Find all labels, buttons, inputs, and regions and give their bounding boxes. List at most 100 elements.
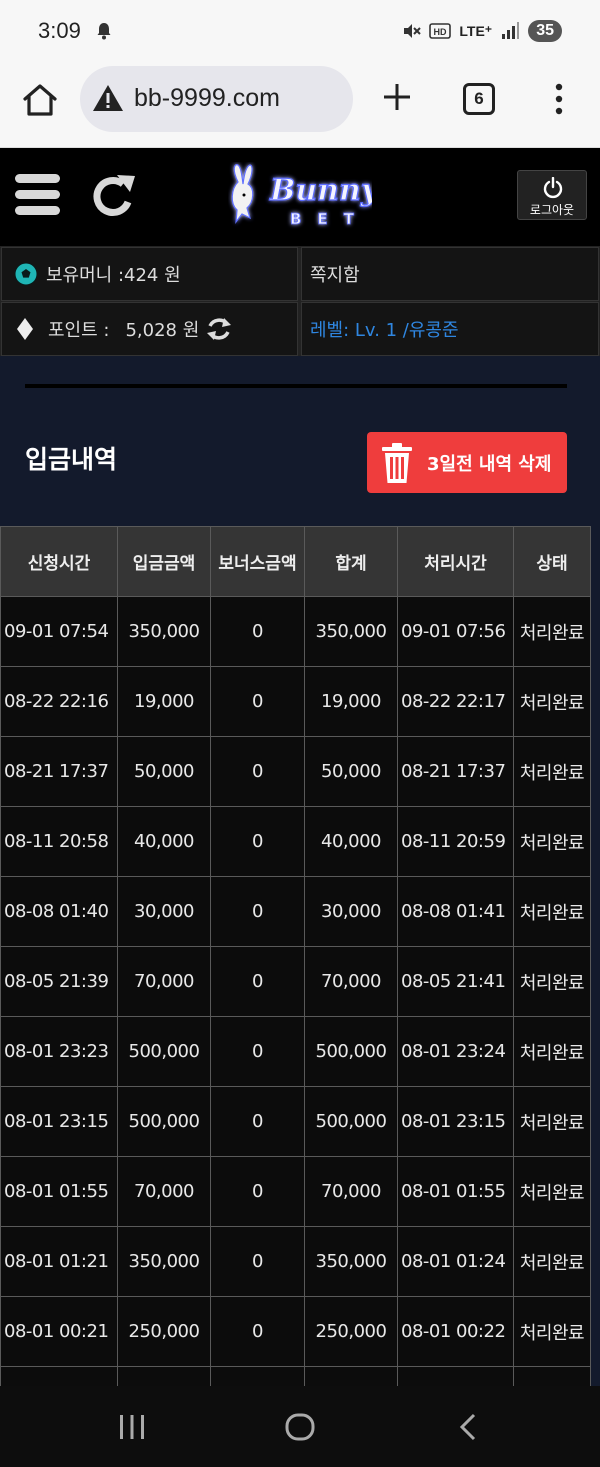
level-text: 레벨: Lv. 1 /유콩준 — [310, 320, 459, 341]
status — [513, 1366, 591, 1386]
warning-icon[interactable] — [92, 84, 124, 112]
convert-points-icon[interactable] — [205, 315, 233, 343]
user-info-panel: 보유머니 :424 원 쪽지함 포인트 : 5,028 원 레벨: Lv. 1 … — [0, 246, 600, 356]
home-icon[interactable] — [22, 82, 58, 118]
status: 처리완료 — [513, 806, 591, 877]
total-amount — [304, 1366, 398, 1386]
request-time: 08-11 20:58 — [0, 806, 118, 877]
column-header: 처리시간 — [397, 526, 514, 597]
status-time: 3:09 — [38, 18, 81, 43]
table-row: 08-01 01:55 70,000 0 70,000 08-01 01:55 … — [0, 1156, 591, 1227]
message-box-label: 쪽지함 — [310, 265, 360, 286]
processed-time — [397, 1366, 514, 1386]
bonus-amount: 0 — [210, 736, 305, 807]
request-time: 08-05 21:39 — [0, 946, 118, 1017]
more-options-icon[interactable] — [552, 82, 566, 116]
network-type: LTE⁺ — [459, 22, 493, 39]
status: 처리완료 — [513, 1016, 591, 1087]
request-time: 08-01 00:21 — [0, 1296, 118, 1367]
table-row: 08-21 17:37 50,000 0 50,000 08-21 17:37 … — [0, 736, 591, 807]
processed-time: 08-05 21:41 — [397, 946, 514, 1017]
column-header: 상태 — [513, 526, 591, 597]
level-cell[interactable]: 레벨: Lv. 1 /유콩준 — [301, 302, 599, 356]
hd-voice-icon: HD — [429, 23, 452, 39]
column-header: 신청시간 — [0, 526, 118, 597]
bonus-amount: 0 — [210, 1016, 305, 1087]
bonus-amount: 0 — [210, 1296, 305, 1367]
status: 처리완료 — [513, 666, 591, 737]
logo-text-bet: BET — [290, 210, 370, 228]
request-time — [0, 1366, 118, 1386]
total-amount: 500,000 — [304, 1086, 398, 1157]
request-time: 08-01 23:23 — [0, 1016, 118, 1087]
browser-toolbar: bb-9999.com 6 — [0, 64, 600, 148]
processed-time: 08-01 01:55 — [397, 1156, 514, 1227]
deposit-amount: 250,000 — [117, 1296, 211, 1367]
bonus-amount: 0 — [210, 806, 305, 877]
home-nav-icon[interactable] — [285, 1413, 315, 1441]
total-amount: 350,000 — [304, 596, 398, 667]
request-time: 08-22 22:16 — [0, 666, 118, 737]
bonus-amount: 0 — [210, 666, 305, 737]
deposit-amount: 350,000 — [117, 596, 211, 667]
address-bar[interactable]: bb-9999.com — [80, 66, 353, 132]
back-icon[interactable] — [458, 1413, 478, 1441]
table-row: 08-01 01:21 350,000 0 350,000 08-01 01:2… — [0, 1226, 591, 1297]
table-header-row: 신청시간 입금금액 보너스금액 합계 처리시간 상태 — [0, 526, 591, 597]
deposit-amount: 500,000 — [117, 1016, 211, 1087]
processed-time: 08-01 23:24 — [397, 1016, 514, 1087]
mute-icon — [404, 24, 422, 38]
svg-text:HD: HD — [434, 27, 447, 37]
column-header: 합계 — [304, 526, 398, 597]
bonus-amount: 0 — [210, 1086, 305, 1157]
table-row: 08-22 22:16 19,000 0 19,000 08-22 22:17 … — [0, 666, 591, 737]
battery-indicator: 35 — [528, 20, 562, 42]
processed-time: 08-22 22:17 — [397, 666, 514, 737]
notification-bell-icon — [97, 23, 111, 40]
hamburger-menu-icon[interactable] — [15, 173, 60, 217]
deposit-amount: 30,000 — [117, 876, 211, 947]
bonus-amount: 0 — [210, 1226, 305, 1297]
tab-switcher-button[interactable]: 6 — [463, 83, 495, 115]
total-amount: 350,000 — [304, 1226, 398, 1297]
message-box-link[interactable]: 쪽지함 — [301, 247, 599, 301]
points-value: 5,028 원 — [125, 320, 200, 341]
processed-time: 08-11 20:59 — [397, 806, 514, 877]
bonus-amount: 0 — [210, 596, 305, 667]
url-text: bb-9999.com — [134, 84, 280, 112]
deposit-amount: 500,000 — [117, 1086, 211, 1157]
status-bar: 3:09 HD LTE⁺ 35 — [0, 0, 600, 64]
points-cell: 포인트 : 5,028 원 — [1, 302, 298, 356]
total-amount: 70,000 — [304, 1156, 398, 1227]
new-tab-icon[interactable] — [380, 80, 414, 114]
table-row: 08-05 21:39 70,000 0 70,000 08-05 21:41 … — [0, 946, 591, 1017]
site-header: Bunny BET 로그아웃 — [0, 148, 600, 246]
bonus-amount: 0 — [210, 946, 305, 1017]
deposit-amount: 350,000 — [117, 1226, 211, 1297]
page-title: 입금내역 — [25, 445, 118, 474]
table-row: 08-11 20:58 40,000 0 40,000 08-11 20:59 … — [0, 806, 591, 877]
total-amount: 500,000 — [304, 1016, 398, 1087]
processed-time: 08-01 01:24 — [397, 1226, 514, 1297]
status: 처리완료 — [513, 876, 591, 947]
status-icons: HD LTE⁺ 35 — [401, 20, 562, 42]
table-row: 08-01 23:23 500,000 0 500,000 08-01 23:2… — [0, 1016, 591, 1087]
request-time: 08-01 01:21 — [0, 1226, 118, 1297]
refresh-icon[interactable] — [90, 172, 138, 220]
logout-button[interactable]: 로그아웃 — [517, 170, 587, 220]
total-amount: 30,000 — [304, 876, 398, 947]
bunny-bet-logo[interactable]: Bunny BET — [228, 162, 372, 234]
logout-label: 로그아웃 — [529, 203, 575, 217]
delete-old-history-button[interactable]: 3일전 내역 삭제 — [367, 432, 567, 493]
table-row: 08-01 23:15 500,000 0 500,000 08-01 23:1… — [0, 1086, 591, 1157]
bonus-amount — [210, 1366, 305, 1386]
column-header: 보너스금액 — [210, 526, 305, 597]
request-time: 08-01 01:55 — [0, 1156, 118, 1227]
deposit-history-table: 신청시간 입금금액 보너스금액 합계 처리시간 상태 09-01 07:54 3… — [0, 526, 591, 1386]
status: 처리완료 — [513, 1226, 591, 1297]
table-row: 09-01 07:54 350,000 0 350,000 09-01 07:5… — [0, 596, 591, 667]
recent-apps-icon[interactable] — [118, 1414, 146, 1440]
deposit-amount — [117, 1366, 211, 1386]
processed-time: 08-21 17:37 — [397, 736, 514, 807]
table-row — [0, 1366, 591, 1386]
